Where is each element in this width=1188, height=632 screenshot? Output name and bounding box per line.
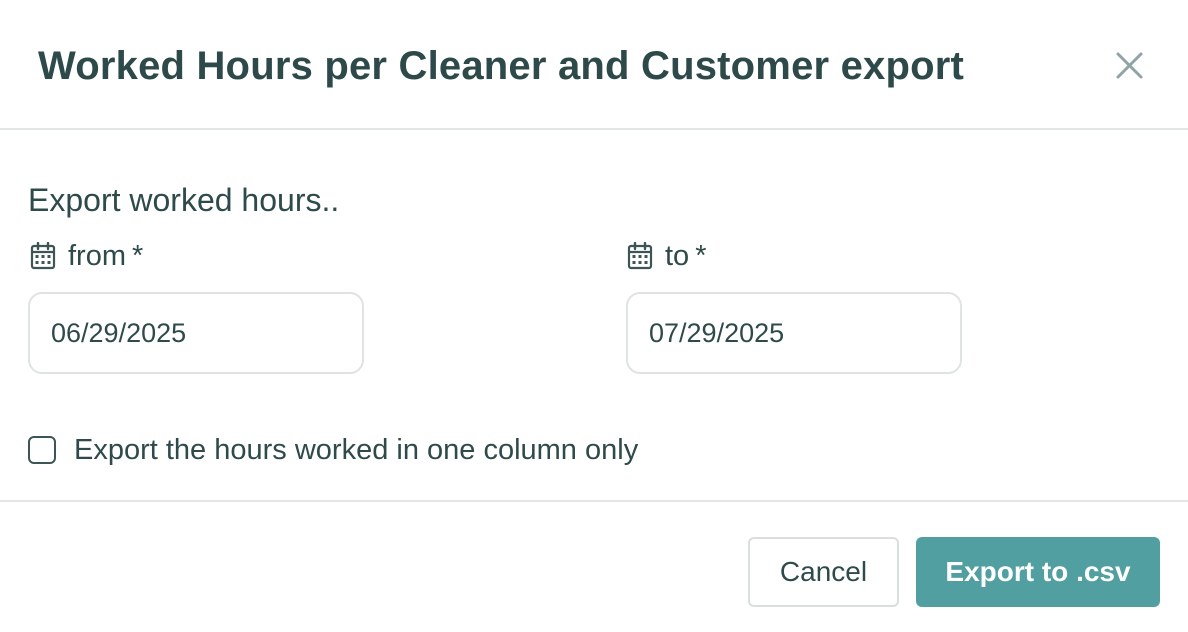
from-label: from * [30, 236, 143, 276]
from-date-input[interactable] [28, 292, 364, 374]
export-csv-button[interactable]: Export to .csv [916, 537, 1160, 607]
single-column-option[interactable]: Export the hours worked in one column on… [28, 430, 638, 470]
export-dialog: Worked Hours per Cleaner and Customer ex… [0, 0, 1188, 632]
intro-text: Export worked hours.. [28, 182, 340, 218]
to-label: to * [627, 236, 706, 276]
calendar-icon [30, 242, 56, 270]
calendar-icon [627, 242, 653, 270]
single-column-checkbox-label[interactable]: Export the hours worked in one column on… [74, 434, 638, 467]
from-label-text: from [68, 239, 126, 272]
dialog-header: Worked Hours per Cleaner and Customer ex… [0, 0, 1188, 130]
close-button[interactable] [1108, 44, 1152, 88]
single-column-checkbox[interactable] [28, 436, 56, 464]
required-mark: * [695, 239, 707, 272]
dialog-body: Export worked hours.. from * to * 06/29/… [0, 130, 1188, 502]
to-label-text: to [665, 239, 690, 272]
cancel-button[interactable]: Cancel [748, 537, 899, 607]
close-icon [1116, 52, 1143, 79]
dialog-title: Worked Hours per Cleaner and Customer ex… [38, 44, 965, 88]
dialog-footer: Cancel Export to .csv [0, 502, 1188, 632]
required-mark: * [132, 239, 144, 272]
to-date-input[interactable] [626, 292, 962, 374]
